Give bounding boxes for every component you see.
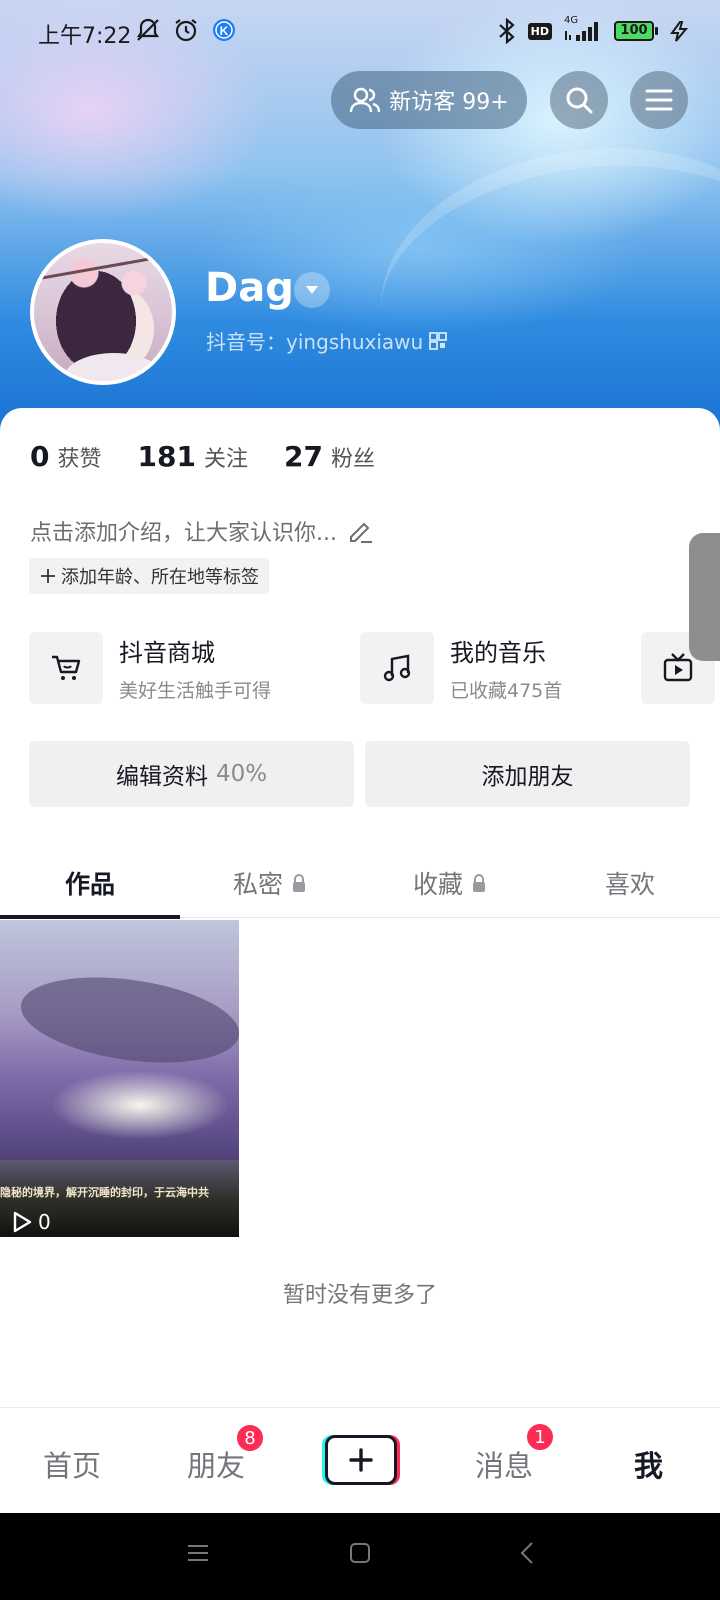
shortcut-icon-box bbox=[29, 632, 103, 704]
edit-profile-label: 编辑资料 bbox=[115, 764, 208, 790]
bio-text: 点击添加介绍，让大家认识你... bbox=[30, 521, 337, 546]
add-tags-label: 添加年龄、所在地等标签 bbox=[61, 567, 259, 588]
charging-icon bbox=[670, 21, 689, 42]
messages-badge: 1 bbox=[525, 1422, 555, 1452]
menu-button[interactable] bbox=[630, 71, 688, 129]
likes-label: 获赞 bbox=[57, 447, 102, 472]
tab-label: 喜欢 bbox=[604, 870, 655, 899]
edit-profile-button[interactable]: 编辑资料 40% bbox=[29, 741, 354, 807]
shortcut-title: 我的音乐 bbox=[450, 639, 546, 667]
shortcut-subtitle: 美好生活触手可得 bbox=[119, 680, 272, 702]
stats-row: 0 获赞 181 关注 27 粉丝 bbox=[30, 440, 375, 473]
new-visitors-label: 新访客 99+ bbox=[389, 90, 509, 115]
friends-badge: 8 bbox=[235, 1423, 265, 1453]
shortcut-icon-box bbox=[360, 632, 434, 704]
no-more-text: 暂时没有更多了 bbox=[282, 1283, 437, 1308]
mute-icon bbox=[136, 18, 160, 41]
tv-icon bbox=[663, 653, 693, 682]
followers-count: 27 bbox=[283, 440, 323, 473]
hd-badge: HD bbox=[527, 22, 552, 40]
bluetooth-icon bbox=[498, 18, 515, 44]
tab-label: 收藏 bbox=[412, 870, 463, 899]
battery-level: 100 bbox=[614, 21, 654, 41]
plus-icon bbox=[41, 569, 55, 583]
alarm-icon bbox=[175, 19, 197, 42]
username: Dag bbox=[205, 265, 294, 311]
following-label: 关注 bbox=[203, 447, 248, 472]
likes-stat[interactable]: 0 获赞 bbox=[30, 440, 102, 473]
lock-icon bbox=[473, 874, 485, 892]
back-icon[interactable] bbox=[516, 1541, 540, 1565]
video-play-count: 0 bbox=[12, 1210, 51, 1234]
shortcut-my-music[interactable]: 我的音乐 已收藏475首 bbox=[360, 632, 562, 704]
following-count: 181 bbox=[137, 440, 196, 473]
douyin-id[interactable]: 抖音号：yingshuxiawu bbox=[206, 326, 448, 355]
new-visitors-button[interactable]: 新访客 99+ bbox=[331, 71, 527, 129]
bio-placeholder[interactable]: 点击添加介绍，让大家认识你... bbox=[30, 515, 375, 547]
tab-works[interactable]: 作品 bbox=[0, 848, 180, 919]
hamburger-menu-icon bbox=[645, 89, 673, 111]
account-switch-button[interactable] bbox=[294, 272, 330, 308]
status-time: 上午7:22 bbox=[38, 24, 132, 49]
edit-pencil-icon bbox=[349, 522, 372, 543]
recent-apps-icon[interactable] bbox=[186, 1541, 210, 1565]
visitors-icon bbox=[350, 87, 381, 113]
likes-count: 0 bbox=[30, 440, 50, 473]
nav-me[interactable]: 我 bbox=[634, 1443, 663, 1485]
play-count: 0 bbox=[38, 1210, 51, 1234]
video-thumbnail[interactable]: 隐秘的境界，解开沉睡的封印，于云海中共 0 bbox=[0, 920, 239, 1237]
add-tags-button[interactable]: 添加年龄、所在地等标签 bbox=[29, 558, 269, 594]
nav-messages[interactable]: 消息 bbox=[475, 1443, 533, 1485]
shortcut-title: 抖音商城 bbox=[119, 639, 215, 667]
nav-friends[interactable]: 朋友 bbox=[187, 1443, 245, 1485]
qr-code-icon bbox=[429, 331, 448, 350]
edit-profile-progress: 40% bbox=[215, 761, 268, 787]
create-button[interactable] bbox=[325, 1435, 397, 1485]
dropdown-arrow-icon bbox=[306, 286, 318, 294]
play-icon bbox=[13, 1211, 32, 1233]
music-icon bbox=[383, 654, 411, 682]
tab-private[interactable]: 私密 bbox=[180, 848, 360, 918]
tab-likes[interactable]: 喜欢 bbox=[540, 848, 720, 918]
content-tabs: 作品 私密 收藏 喜欢 bbox=[0, 848, 720, 919]
search-icon bbox=[566, 87, 593, 114]
battery-icon: 100 bbox=[614, 21, 658, 41]
svg-text:K: K bbox=[220, 24, 229, 38]
bottom-nav: 首页 朋友 8 消息 1 我 bbox=[0, 1407, 720, 1513]
home-square-icon[interactable] bbox=[348, 1541, 372, 1565]
status-bar: 上午7:22 K HD 4G 100 bbox=[0, 0, 720, 64]
tab-label: 私密 bbox=[232, 870, 283, 899]
avatar[interactable] bbox=[30, 239, 176, 385]
followers-stat[interactable]: 27 粉丝 bbox=[284, 440, 375, 473]
search-button[interactable] bbox=[550, 71, 608, 129]
douyin-id-text: 抖音号：yingshuxiawu bbox=[206, 330, 424, 354]
shortcut-douyin-mall[interactable]: 抖音商城 美好生活触手可得 bbox=[29, 632, 271, 704]
lock-icon bbox=[293, 874, 305, 892]
nav-home[interactable]: 首页 bbox=[43, 1443, 101, 1485]
plus-icon bbox=[349, 1448, 373, 1472]
app-k-icon: K bbox=[213, 19, 235, 41]
tab-favorites[interactable]: 收藏 bbox=[360, 848, 540, 918]
following-stat[interactable]: 181 关注 bbox=[138, 440, 248, 473]
video-subtitle: 隐秘的境界，解开沉睡的封印，于云海中共 bbox=[0, 1186, 209, 1199]
followers-label: 粉丝 bbox=[330, 447, 375, 472]
shortcut-subtitle: 已收藏475首 bbox=[450, 680, 563, 702]
signal-icon: 4G bbox=[562, 15, 604, 43]
add-friends-button[interactable]: 添加朋友 bbox=[365, 741, 690, 807]
side-drawer-handle[interactable] bbox=[689, 533, 720, 661]
system-nav-bar bbox=[0, 1513, 720, 1600]
tab-label: 作品 bbox=[64, 870, 115, 899]
cart-icon bbox=[52, 655, 81, 680]
add-friends-label: 添加朋友 bbox=[481, 764, 574, 790]
